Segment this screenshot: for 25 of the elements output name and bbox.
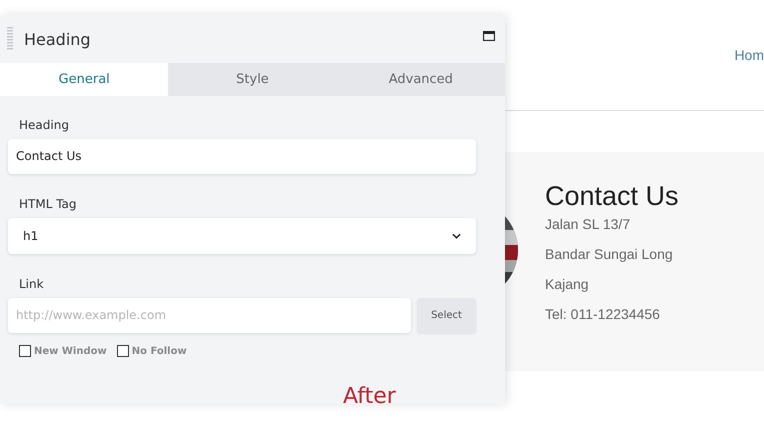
address-line: Bandar Sungai Long: [545, 246, 674, 262]
checkbox[interactable]: [19, 345, 31, 357]
select-button[interactable]: Select: [417, 298, 476, 333]
chevron-down-icon: [452, 233, 461, 239]
drag-handle-icon[interactable]: [7, 27, 13, 51]
tab[interactable]: Style: [168, 63, 337, 96]
checkbox[interactable]: [116, 345, 129, 357]
checkbox-label: New Window: [34, 346, 107, 356]
url-field[interactable]: http://www.example.com: [8, 298, 411, 333]
nav-link[interactable]: Hom: [734, 47, 764, 63]
maximize-icon[interactable]: [483, 31, 495, 41]
address-line: Kajang: [545, 276, 590, 292]
field-label: HTML Tag: [19, 197, 78, 211]
field-label: Link: [19, 277, 45, 291]
tab[interactable]: Advanced: [336, 63, 505, 96]
dropdown[interactable]: h1: [8, 218, 476, 254]
field-label: Heading: [19, 118, 70, 132]
address-line: Jalan SL 13/7: [545, 216, 632, 232]
panel-title: Heading: [24, 30, 91, 48]
checkbox-label: No Follow: [132, 346, 187, 356]
tab[interactable]: General: [0, 63, 168, 96]
caption: After: [343, 384, 396, 409]
text-field[interactable]: Contact Us: [8, 139, 476, 174]
address-line: Tel: 011-12234456: [545, 306, 661, 322]
contact-heading: Contact Us: [545, 180, 679, 212]
